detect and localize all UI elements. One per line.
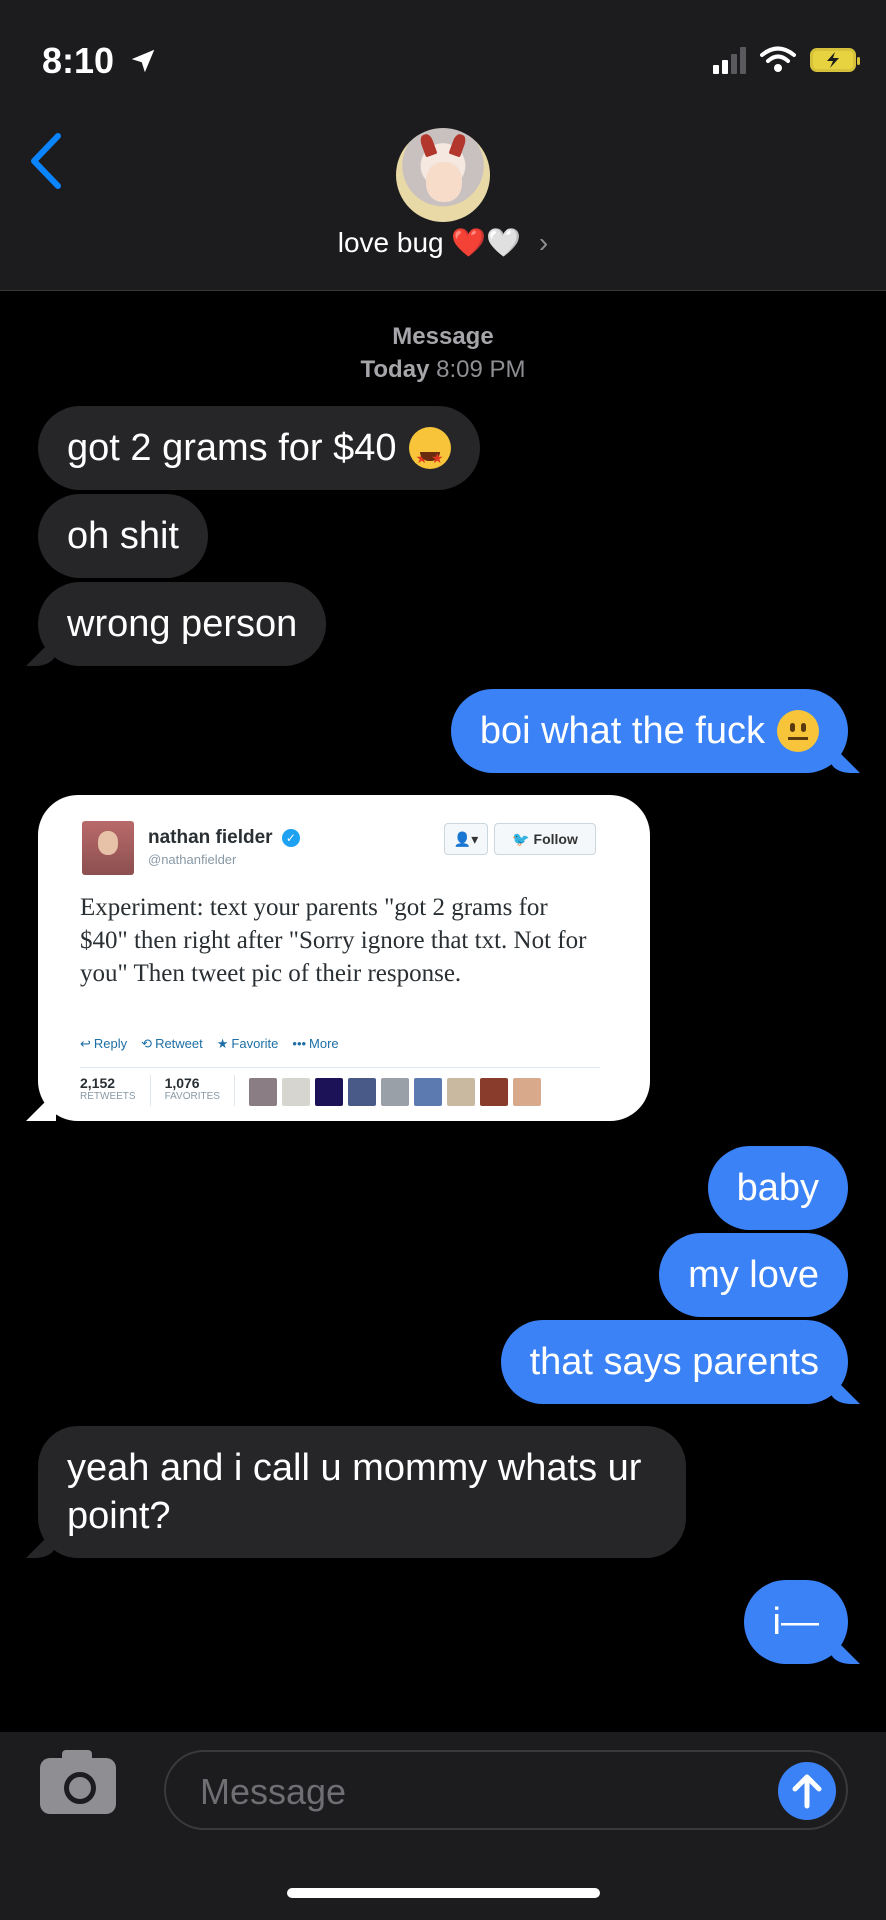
message-input[interactable]: [198, 1764, 762, 1820]
message-text: yeah and i call u mommy whats ur point?: [67, 1447, 642, 1537]
tweet-author-name: nathan fielder ✓: [148, 827, 300, 849]
tweet-action-more: ••• More: [292, 1036, 339, 1051]
arrow-up-icon: [792, 1774, 822, 1809]
contact-name: love bug: [337, 227, 444, 258]
tweet-screenshot-image[interactable]: nathan fielder ✓ @nathanfielder 👤▾ 🐦 Foll…: [38, 795, 650, 1121]
avatar-horn: [418, 132, 438, 158]
star-struck-emoji-icon: [408, 427, 451, 482]
message-text: i—: [772, 1601, 819, 1643]
day-label: Today: [360, 356, 430, 383]
status-time-text: 8:10: [42, 40, 115, 81]
status-icons: [713, 46, 860, 74]
tweet-user-menu-icon: 👤▾: [444, 823, 488, 855]
avatar-horn: [448, 132, 468, 158]
message-input-container[interactable]: [164, 1750, 848, 1830]
message-text: that says parents: [529, 1341, 819, 1383]
tweet-author-handle: @nathanfielder: [148, 852, 237, 867]
verified-badge-icon: ✓: [281, 829, 300, 847]
chevron-right-icon: ›: [538, 227, 549, 258]
contact-name-row[interactable]: love bug ❤️🤍 ›: [0, 226, 886, 259]
time-label: 8:09 PM: [436, 356, 526, 383]
tweet-text: Experiment: text your parents "got 2 gra…: [80, 894, 587, 987]
tweet-favoriter-avatars: [248, 1075, 541, 1106]
message-text: my love: [688, 1254, 819, 1296]
battery-charging-icon: [810, 48, 860, 72]
cellular-signal-icon: [713, 46, 746, 74]
message-bubble-outgoing[interactable]: that says parents: [500, 1320, 848, 1404]
conversation-header: 8:10 love bug ❤️🤍 ›: [0, 0, 886, 291]
status-time: 8:10: [42, 40, 158, 82]
message-text: baby: [736, 1167, 819, 1209]
tweet-favorite-count: 1,076 FAVORITES: [165, 1075, 235, 1106]
thread-timestamp: Message Today 8:09 PM: [0, 320, 886, 386]
tweet-follow-button: 🐦 Follow: [494, 823, 596, 855]
tweet-stats: 2,152 RETWEETS 1,076 FAVORITES: [80, 1075, 541, 1106]
message-bubble-outgoing[interactable]: boi what the fuck: [450, 689, 848, 773]
tweet-author-avatar: [82, 821, 134, 875]
message-text: oh shit: [67, 515, 179, 557]
wifi-icon: [760, 46, 796, 72]
tweet-action-reply: ↩ Reply: [80, 1036, 128, 1051]
tweet-actions: ↩ Reply ⟲ Retweet ★ Favorite ••• More: [80, 1036, 339, 1052]
message-bubble-outgoing[interactable]: i—: [743, 1580, 848, 1664]
message-bubble-incoming[interactable]: got 2 grams for $40: [38, 406, 480, 490]
send-button[interactable]: [778, 1762, 836, 1820]
tweet-author-name-text: nathan fielder: [148, 827, 273, 848]
contact-emoji: ❤️🤍: [451, 227, 522, 258]
avatar-face: [426, 162, 462, 202]
tweet-follow-label: Follow: [533, 831, 578, 847]
message-text: got 2 grams for $40: [67, 427, 397, 469]
service-label: Message: [392, 323, 494, 350]
tweet-action-retweet: ⟲ Retweet: [141, 1036, 203, 1051]
star-icon: ★: [216, 1036, 229, 1051]
tweet-retweet-count: 2,152 RETWEETS: [80, 1075, 151, 1106]
camera-icon[interactable]: [40, 1750, 116, 1814]
message-bubble-outgoing[interactable]: my love: [659, 1233, 848, 1317]
message-bubble-incoming[interactable]: wrong person: [38, 582, 327, 666]
message-bubble-outgoing[interactable]: baby: [707, 1146, 848, 1230]
more-dots-icon: •••: [292, 1036, 307, 1051]
message-text: wrong person: [67, 603, 298, 645]
tweet-divider: [80, 1067, 600, 1068]
back-chevron-icon[interactable]: [26, 126, 66, 196]
location-arrow-icon: [131, 49, 155, 73]
message-bubble-incoming[interactable]: oh shit: [38, 494, 208, 578]
home-indicator: [287, 1888, 600, 1898]
message-composer: [0, 1732, 886, 1920]
twitter-bird-icon: 🐦: [512, 831, 530, 847]
message-text: boi what the fuck: [479, 710, 765, 752]
tweet-action-favorite: ★ Favorite: [216, 1036, 279, 1051]
reply-icon: ↩: [80, 1036, 91, 1051]
contact-avatar[interactable]: [396, 128, 490, 222]
message-bubble-incoming[interactable]: yeah and i call u mommy whats ur point?: [38, 1426, 686, 1558]
neutral-face-emoji-icon: [777, 710, 819, 752]
retweet-icon: ⟲: [141, 1036, 153, 1051]
